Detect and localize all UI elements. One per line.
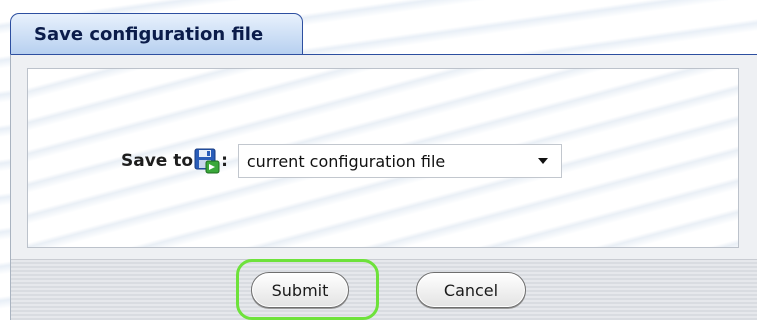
dialog-title-tab: Save configuration file — [10, 13, 303, 54]
form-box: Save to : current configuration file — [27, 68, 739, 248]
save-to-row: Save to : current configuration file — [121, 144, 562, 178]
save-configuration-page: Save configuration file Save to : curren… — [0, 0, 757, 320]
chevron-down-icon — [537, 158, 548, 164]
floppy-disk-icon — [194, 148, 220, 174]
dialog-footer: Submit Cancel — [11, 259, 757, 320]
save-to-colon: : — [221, 151, 228, 171]
dialog-title: Save configuration file — [34, 23, 264, 45]
dialog-panel: Save to : current configuration file Sub… — [10, 54, 757, 320]
cancel-button[interactable]: Cancel — [416, 272, 526, 308]
save-to-label: Save to — [121, 151, 194, 171]
submit-button[interactable]: Submit — [251, 272, 349, 308]
destination-select[interactable]: current configuration file — [237, 144, 562, 178]
destination-select-value: current configuration file — [246, 151, 446, 171]
